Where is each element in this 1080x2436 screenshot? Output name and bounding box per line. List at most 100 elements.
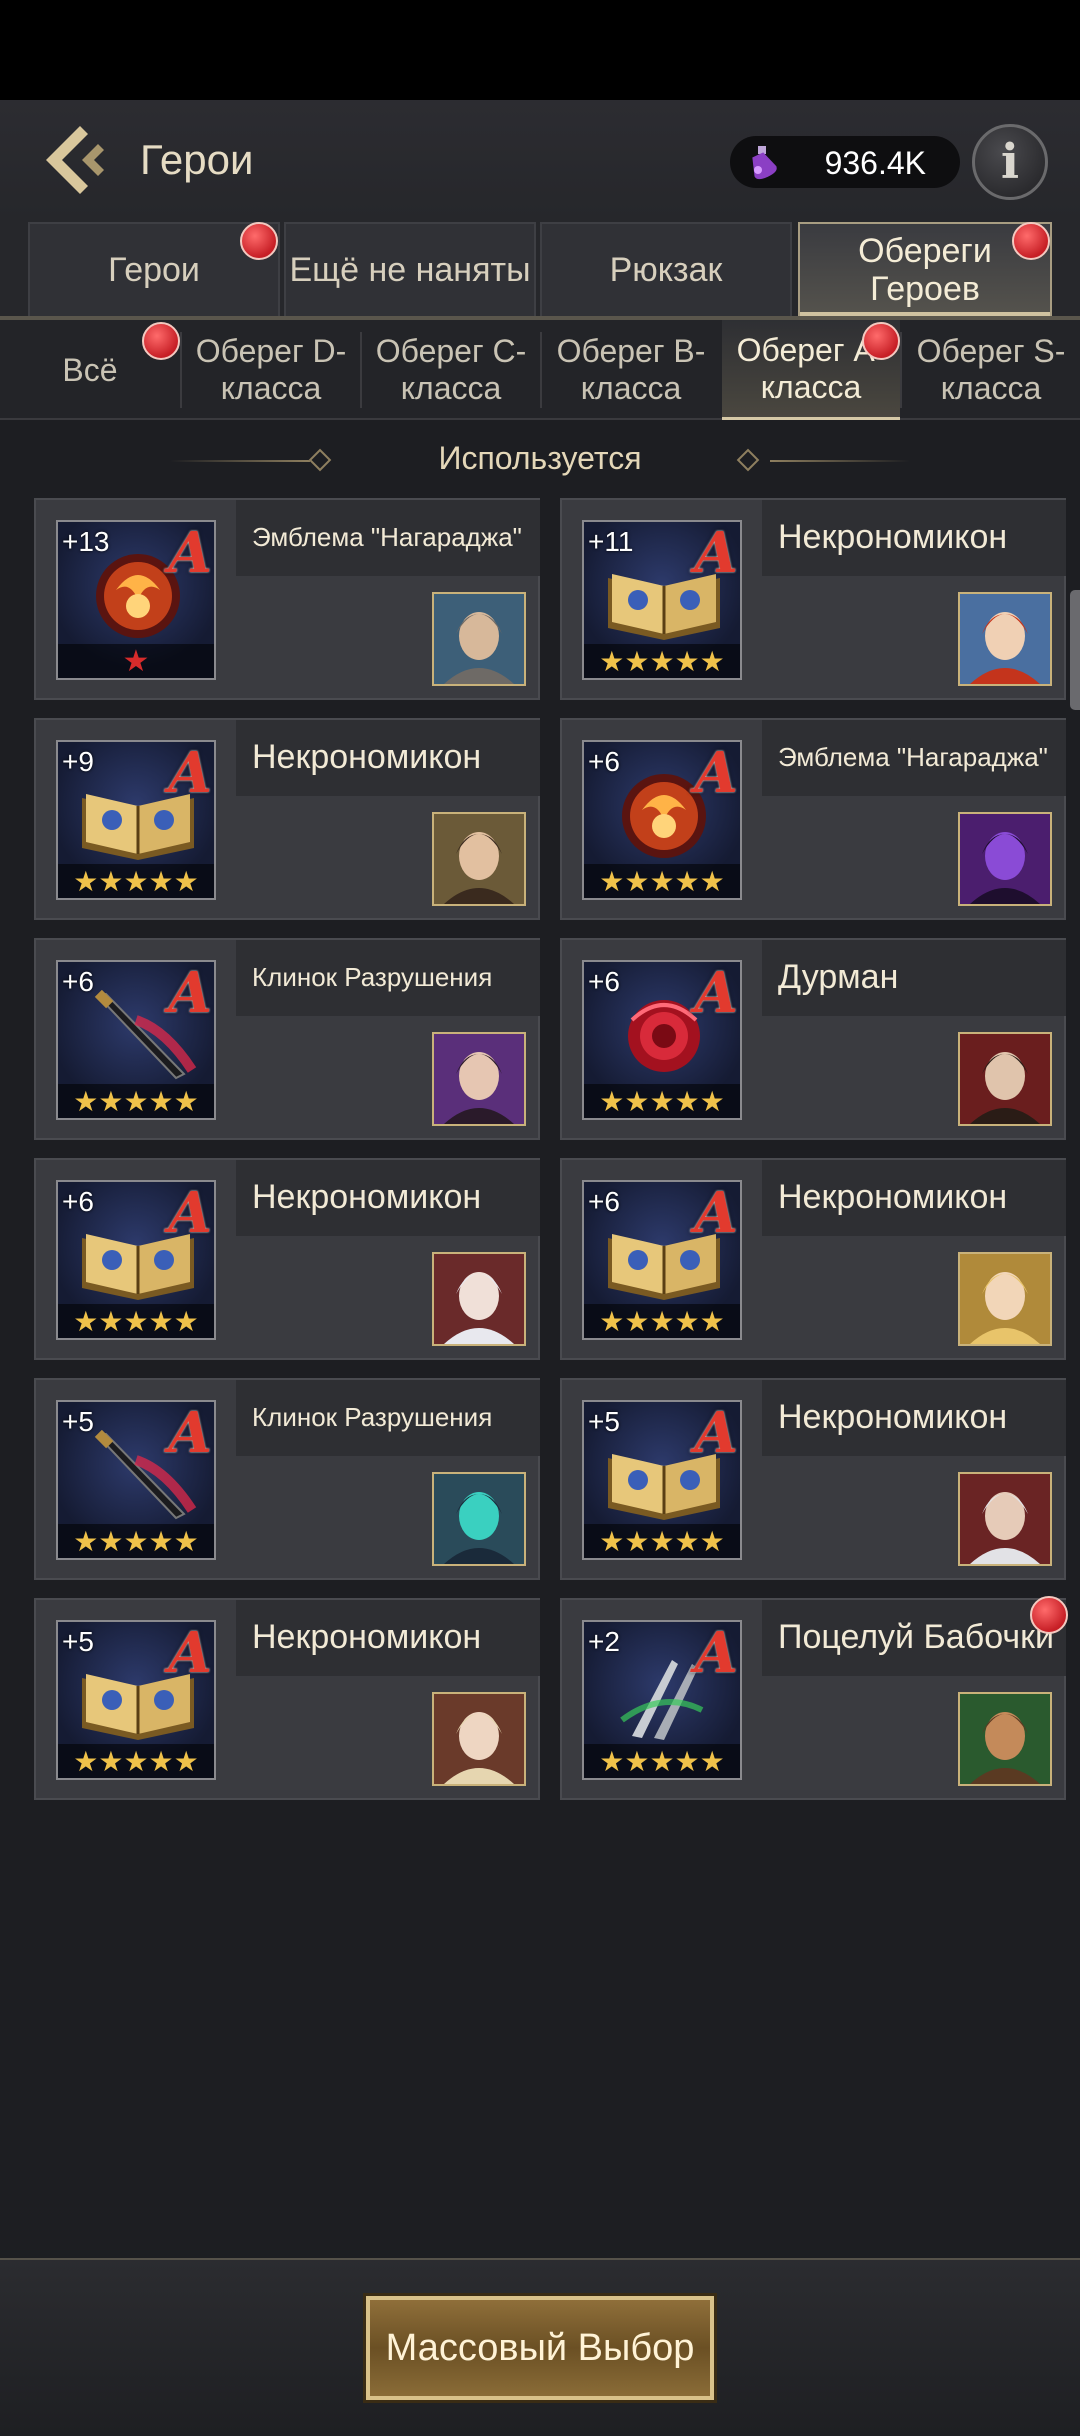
star-rating: ★★★★★ xyxy=(584,1744,740,1778)
charm-card[interactable]: Некрономикон +6 A ★★★★★ xyxy=(34,1158,540,1360)
charm-item-icon[interactable]: +5 A ★★★★★ xyxy=(56,1620,216,1780)
hero-avatar[interactable] xyxy=(958,1472,1052,1566)
subtab-class-c[interactable]: Оберег C-класса xyxy=(362,320,540,420)
section-title: Используется xyxy=(438,440,642,476)
star-rating: ★★★★★ xyxy=(584,864,740,898)
charm-name: Некрономикон xyxy=(778,518,1008,556)
charm-name: Поцелуй Бабочки xyxy=(778,1618,1054,1656)
star-rating: ★★★★★ xyxy=(584,1304,740,1338)
charm-name: Некрономикон xyxy=(252,1178,482,1216)
button-label: Массовый Выбор xyxy=(385,2326,695,2369)
star-rating: ★★★★★ xyxy=(58,1744,214,1778)
hero-avatar[interactable] xyxy=(958,592,1052,686)
enhance-level: +9 xyxy=(62,746,94,777)
subtab-label: Оберег S-класса xyxy=(916,333,1066,406)
subtab-label: Всё xyxy=(62,351,118,388)
star-rating: ★★★★★ xyxy=(584,1084,740,1118)
grade-icon: A xyxy=(168,740,212,806)
subtabs-row: Всё Оберег D-класса Оберег C-класса Обер… xyxy=(0,320,1080,420)
tab-not-hired[interactable]: Ещё не наняты xyxy=(284,222,536,316)
charm-item-icon[interactable]: +11 A ★★★★★ xyxy=(582,520,742,680)
charm-item-icon[interactable]: +6 A ★★★★★ xyxy=(582,740,742,900)
star-rating: ★★★★★ xyxy=(58,1524,214,1558)
charm-item-icon[interactable]: +5 A ★★★★★ xyxy=(56,1400,216,1560)
info-icon: i xyxy=(1000,134,1020,190)
subtab-class-d[interactable]: Оберег D-класса xyxy=(182,320,360,420)
hero-avatar[interactable] xyxy=(432,1252,526,1346)
potion-icon xyxy=(752,146,777,180)
charm-card[interactable]: Некрономикон +5 A ★★★★★ xyxy=(560,1378,1066,1580)
grade-icon: A xyxy=(694,1180,738,1246)
grade-icon: A xyxy=(694,520,738,586)
hero-avatar[interactable] xyxy=(432,1692,526,1786)
tab-backpack[interactable]: Рюкзак xyxy=(540,222,792,316)
tab-label: Ещё не наняты xyxy=(289,251,531,289)
charm-item-icon[interactable]: +5 A ★★★★★ xyxy=(582,1400,742,1560)
charm-name: Некрономикон xyxy=(778,1178,1008,1216)
charm-name: Эмблема "Нагараджа" xyxy=(778,742,1048,772)
grade-icon: A xyxy=(168,1180,212,1246)
grade-icon: A xyxy=(694,1620,738,1686)
enhance-level: +6 xyxy=(588,746,620,777)
charm-card[interactable]: Некрономикон +9 A ★★★★★ xyxy=(34,718,540,920)
charm-card[interactable]: Некрономикон +5 A ★★★★★ xyxy=(34,1598,540,1800)
status-bar xyxy=(0,0,1080,100)
page-title: Герои xyxy=(140,136,254,183)
charm-item-icon[interactable]: +6 A ★★★★★ xyxy=(56,960,216,1120)
charm-item-icon[interactable]: +6 A ★★★★★ xyxy=(56,1180,216,1340)
subtab-class-s[interactable]: Оберег S-класса xyxy=(902,320,1080,420)
notification-badge xyxy=(1030,1596,1068,1634)
tab-label: Обереги Героев xyxy=(858,232,992,308)
info-button[interactable]: i xyxy=(972,124,1048,200)
charm-item-icon[interactable]: +2 A ★★★★★ xyxy=(582,1620,742,1780)
subtab-label: Оберег D-класса xyxy=(195,333,347,406)
charm-item-icon[interactable]: +6 A ★★★★★ xyxy=(582,1180,742,1340)
charm-card[interactable]: Эмблема "Нагараджа" +13 A ★ xyxy=(34,498,540,700)
star-rating: ★★★★★ xyxy=(58,864,214,898)
charm-name: Клинок Разрушения xyxy=(252,1402,493,1432)
grade-icon: A xyxy=(694,1400,738,1466)
footer: Массовый Выбор xyxy=(0,2258,1080,2436)
star-rating: ★★★★★ xyxy=(58,1084,214,1118)
ornament-line-right xyxy=(770,460,910,462)
back-button[interactable] xyxy=(40,122,112,198)
hero-avatar[interactable] xyxy=(958,1032,1052,1126)
charm-item-icon[interactable]: +9 A ★★★★★ xyxy=(56,740,216,900)
enhance-level: +5 xyxy=(62,1406,94,1437)
enhance-level: +2 xyxy=(588,1626,620,1657)
enhance-level: +6 xyxy=(588,1186,620,1217)
charm-card[interactable]: Некрономикон +6 A ★★★★★ xyxy=(560,1158,1066,1360)
enhance-level: +6 xyxy=(62,1186,94,1217)
charm-item-icon[interactable]: +13 A ★ xyxy=(56,520,216,680)
hero-avatar[interactable] xyxy=(958,812,1052,906)
charm-card[interactable]: Клинок Разрушения +5 A ★★★★★ xyxy=(34,1378,540,1580)
subtab-class-b[interactable]: Оберег B-класса xyxy=(542,320,720,420)
hero-avatar[interactable] xyxy=(958,1252,1052,1346)
tab-label: Рюкзак xyxy=(609,251,723,289)
charm-card[interactable]: Некрономикон +11 A ★★★★★ xyxy=(560,498,1066,700)
charm-card[interactable]: Эмблема "Нагараджа" +6 A ★★★★★ xyxy=(560,718,1066,920)
charm-card[interactable]: Клинок Разрушения +6 A ★★★★★ xyxy=(34,938,540,1140)
hero-avatar[interactable] xyxy=(432,1472,526,1566)
charm-name: Некрономикон xyxy=(778,1398,1008,1436)
charm-name: Клинок Разрушения xyxy=(252,962,493,992)
subtab-label: Оберег C-класса xyxy=(375,333,527,406)
hero-avatar[interactable] xyxy=(432,1032,526,1126)
charm-item-icon[interactable]: +6 A ★★★★★ xyxy=(582,960,742,1120)
hero-avatar[interactable] xyxy=(958,1692,1052,1786)
grade-icon: A xyxy=(694,740,738,806)
charm-card[interactable]: Поцелуй Бабочки +2 A ★★★★★ xyxy=(560,1596,1068,1800)
notification-badge xyxy=(142,322,180,360)
hero-avatar[interactable] xyxy=(432,592,526,686)
charm-card[interactable]: Дурман +6 A ★★★★★ xyxy=(560,938,1066,1140)
charm-name: Дурман xyxy=(778,958,899,996)
notification-badge xyxy=(240,222,278,260)
notification-badge xyxy=(862,322,900,360)
scroll-handle[interactable] xyxy=(1070,590,1080,710)
back-arrow-icon xyxy=(46,126,104,194)
charm-name: Эмблема "Нагараджа" xyxy=(252,522,522,552)
mass-select-button[interactable]: Массовый Выбор xyxy=(366,2296,714,2400)
hero-avatar[interactable] xyxy=(432,812,526,906)
star-rating: ★ xyxy=(58,644,214,678)
grade-icon: A xyxy=(694,960,738,1026)
